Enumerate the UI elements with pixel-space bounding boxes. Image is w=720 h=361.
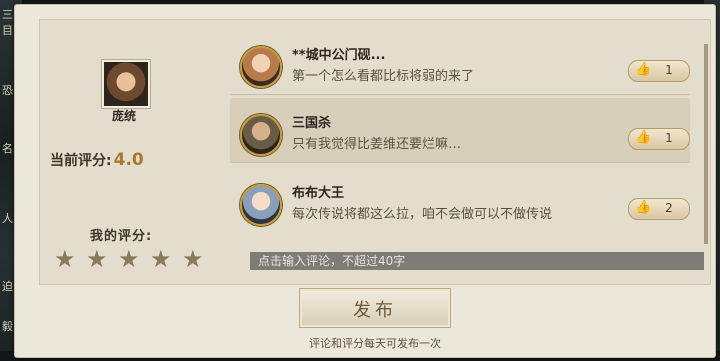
star-icon[interactable]: ★ — [118, 247, 140, 271]
star-icon[interactable]: ★ — [54, 247, 76, 271]
user-avatar-icon[interactable] — [240, 184, 282, 226]
publish-button[interactable]: 发布 — [299, 288, 451, 328]
thumbs-up-icon: 👍 — [635, 200, 652, 215]
comment-author: **城中公门砚... — [292, 48, 386, 63]
like-count: 2 — [665, 201, 673, 215]
list-item: **城中公门砚... 第一个怎么看都比标将弱的来了 👍 1 — [230, 30, 690, 95]
current-score-label: 当前评分: — [50, 153, 112, 169]
star-icon[interactable]: ★ — [182, 247, 204, 271]
backdrop-glyph: 毅 — [2, 320, 13, 333]
comment-text: 只有我觉得比姜维还要烂嘛… — [292, 137, 462, 152]
current-score-value: 4.0 — [113, 150, 144, 170]
list-item: 三国杀 只有我觉得比姜维还要烂嘛… 👍 1 — [230, 98, 690, 163]
hero-portrait-icon — [102, 60, 150, 108]
backdrop-glyph: 名 — [2, 142, 13, 155]
comment-scrollbar[interactable] — [704, 44, 708, 244]
scrollbar-thumb[interactable] — [704, 44, 708, 244]
comment-text: 每次传说将都这么拉，咱不会做可以不做传说 — [292, 207, 553, 222]
thumbs-up-icon: 👍 — [635, 130, 652, 145]
publish-button-label: 发布 — [353, 300, 397, 321]
comment-panel: 庞统 当前评分: 4.0 我的评分: ★ ★ ★ ★ ★ **城中公门砚... 第… — [14, 4, 716, 358]
comment-input[interactable]: 点击输入评论，不超过40字 — [250, 252, 704, 270]
comment-list[interactable]: **城中公门砚... 第一个怎么看都比标将弱的来了 👍 1 三国杀 只有我觉得比… — [230, 30, 694, 250]
like-count: 1 — [665, 131, 673, 145]
like-button[interactable]: 👍 2 — [628, 198, 690, 220]
user-avatar-icon[interactable] — [240, 114, 282, 156]
publish-footnote: 评论和评分每天可发布一次 — [309, 337, 441, 350]
backdrop-glyph: 迫 — [2, 280, 13, 293]
comment-author: 三国杀 — [292, 116, 332, 131]
comment-area: 庞统 当前评分: 4.0 我的评分: ★ ★ ★ ★ ★ **城中公门砚... 第… — [39, 19, 711, 285]
hero-name: 庞统 — [111, 109, 136, 123]
comment-author: 布布大王 — [292, 186, 345, 201]
current-score: 当前评分: 4.0 — [50, 150, 220, 170]
like-button[interactable]: 👍 1 — [628, 128, 690, 150]
backdrop-glyph: 恐 — [2, 84, 13, 97]
list-item: 布布大王 每次传说将都这么拉，咱不会做可以不做传说 👍 2 — [230, 168, 690, 232]
user-avatar-icon[interactable] — [240, 46, 282, 88]
like-button[interactable]: 👍 1 — [628, 60, 690, 82]
thumbs-up-icon: 👍 — [635, 62, 652, 77]
comment-text: 第一个怎么看都比标将弱的来了 — [292, 69, 475, 84]
my-score-stars[interactable]: ★ ★ ★ ★ ★ — [54, 247, 214, 271]
backdrop-glyph: 人 — [2, 212, 13, 225]
star-icon[interactable]: ★ — [150, 247, 172, 271]
hero-rating-column: 庞统 当前评分: 4.0 我的评分: ★ ★ ★ ★ ★ — [40, 20, 230, 284]
star-icon[interactable]: ★ — [86, 247, 108, 271]
my-score-label: 我的评分: — [90, 229, 153, 244]
like-count: 1 — [665, 63, 673, 77]
